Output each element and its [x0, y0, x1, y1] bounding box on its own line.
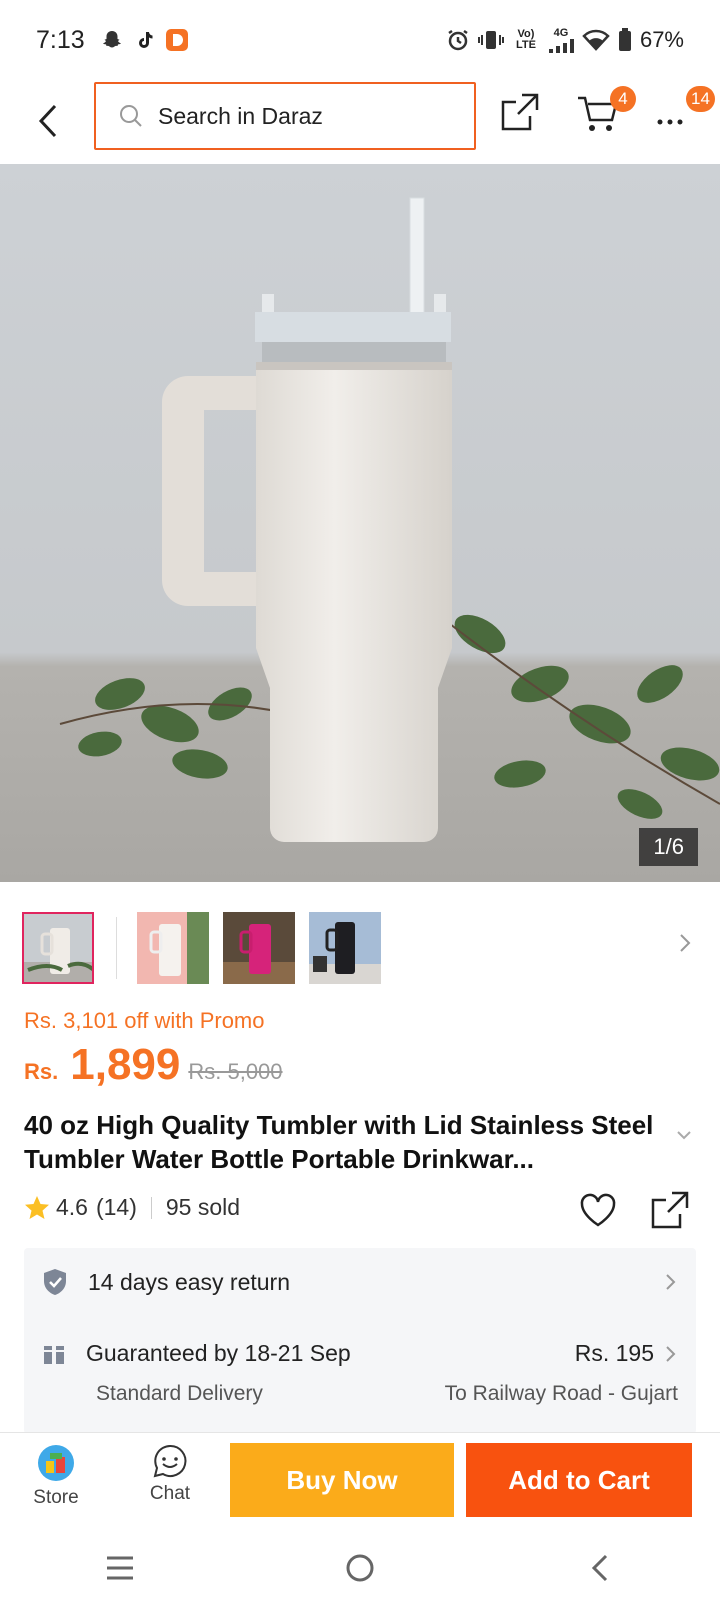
- more-badge: 14: [686, 86, 715, 112]
- search-input[interactable]: Search in Daraz: [94, 82, 476, 150]
- volte-label: Vo) LTE: [515, 28, 536, 51]
- price-value: 1,899: [70, 1040, 181, 1089]
- thumbnail-2[interactable]: [137, 912, 209, 984]
- delivery-info-panel: 14 days easy return Guaranteed by 18-21 …: [24, 1248, 696, 1434]
- status-bar: 7:13 Vo) LTE 4G 67%: [0, 0, 720, 80]
- wifi-icon: [582, 29, 610, 51]
- system-nav-bar: [0, 1528, 720, 1608]
- snapchat-icon: [101, 29, 123, 51]
- status-left: 7:13: [36, 26, 189, 55]
- tiktok-icon: [133, 29, 155, 51]
- chat-button[interactable]: Chat: [138, 1443, 202, 1515]
- original-price: Rs. 5,000: [188, 1059, 283, 1084]
- chevron-left-icon: [38, 104, 57, 138]
- status-time: 7:13: [36, 25, 85, 54]
- product-share-button[interactable]: [650, 1190, 694, 1234]
- price-row: Rs. 1,899 Rs. 5,000: [24, 1040, 283, 1090]
- bottom-action-bar: Store Chat Buy Now Add to Cart: [0, 1432, 720, 1520]
- menu-lines-icon: [107, 1556, 133, 1580]
- more-button[interactable]: 14: [654, 86, 715, 138]
- product-photo: [0, 164, 720, 882]
- price-currency: Rs.: [24, 1059, 59, 1084]
- chevron-down-icon: [677, 1131, 691, 1140]
- thumbnail-magenta-tumbler: [223, 912, 295, 984]
- shield-check-icon: [44, 1269, 66, 1295]
- chevron-right-icon: [666, 1345, 676, 1362]
- store-icon: [38, 1445, 74, 1481]
- chevron-left-icon: [591, 1554, 608, 1582]
- more-icon: [657, 119, 683, 125]
- rating-row[interactable]: 4.6 (14) 95 sold: [24, 1194, 240, 1221]
- vibrate-icon: [477, 28, 504, 52]
- package-icon: [44, 1345, 64, 1364]
- add-to-cart-button[interactable]: Add to Cart: [466, 1443, 692, 1517]
- system-back-button[interactable]: [570, 1543, 630, 1593]
- thumbnail-divider: [116, 917, 117, 979]
- delivery-price: Rs. 195: [574, 1340, 654, 1366]
- battery-percent: 67%: [639, 27, 684, 52]
- signal-icon: 4G: [548, 26, 574, 53]
- daraz-app-icon: [165, 28, 189, 52]
- cart-button[interactable]: 4: [576, 86, 636, 138]
- product-title[interactable]: 40 oz High Quality Tumbler with Lid Stai…: [24, 1108, 664, 1176]
- recents-button[interactable]: [90, 1543, 150, 1593]
- delivery-location: To Railway Road - Gujart: [444, 1382, 678, 1405]
- alarm-icon: [446, 28, 470, 52]
- image-counter: 1/6: [639, 828, 698, 866]
- thumbnail-3[interactable]: [223, 912, 295, 984]
- product-image[interactable]: 1/6: [0, 164, 720, 882]
- home-button[interactable]: [330, 1543, 390, 1593]
- rating-value: 4.6: [56, 1194, 88, 1220]
- thumbnail-pink-bg-tumbler: [137, 912, 209, 984]
- back-button[interactable]: [28, 96, 68, 146]
- star-icon: [25, 1195, 49, 1219]
- buy-now-button[interactable]: Buy Now: [230, 1443, 454, 1517]
- status-right: Vo) LTE 4G 67%: [446, 27, 684, 53]
- title-expand-button[interactable]: [676, 1128, 692, 1146]
- return-policy-row[interactable]: 14 days easy return: [42, 1268, 678, 1296]
- return-text: 14 days easy return: [88, 1268, 291, 1295]
- share-icon: [501, 93, 539, 131]
- share-button[interactable]: [500, 92, 546, 138]
- search-icon: [120, 105, 142, 127]
- chat-icon: [153, 1444, 187, 1478]
- promo-text: Rs. 3,101 off with Promo: [24, 1008, 265, 1033]
- wishlist-button[interactable]: [578, 1190, 622, 1234]
- delivery-type: Standard Delivery: [96, 1382, 263, 1405]
- thumbnail-4[interactable]: [309, 912, 381, 984]
- search-placeholder: Search in Daraz: [158, 102, 323, 129]
- rating-count: (14): [95, 1194, 137, 1220]
- thumbnail-1[interactable]: [22, 912, 94, 984]
- thumbnail-black-tumbler: [309, 912, 381, 984]
- header: Search in Daraz 4 14: [0, 80, 720, 164]
- store-label: Store: [33, 1487, 79, 1508]
- store-button[interactable]: Store: [24, 1443, 88, 1515]
- thumbnail-cream-tumbler: [24, 914, 92, 982]
- delivery-row[interactable]: Guaranteed by 18-21 Sep Rs. 195: [42, 1340, 678, 1367]
- circle-home-icon: [346, 1554, 374, 1582]
- cart-badge: 4: [610, 86, 636, 112]
- chevron-right-icon: [680, 934, 691, 952]
- rating-separator: [150, 1196, 152, 1219]
- heart-icon: [580, 1193, 616, 1227]
- chat-label: Chat: [149, 1483, 191, 1504]
- delivery-text: Guaranteed by 18-21 Sep: [86, 1340, 351, 1366]
- network-4g-label: 4G: [553, 26, 569, 39]
- chevron-right-icon: [666, 1274, 676, 1290]
- share-icon: [651, 1191, 689, 1229]
- thumbnail-strip: [22, 910, 702, 986]
- battery-icon: [618, 28, 632, 52]
- volte-icon: Vo) LTE: [512, 29, 540, 51]
- sold-count: 95 sold: [165, 1194, 241, 1220]
- thumbnail-next-button[interactable]: [678, 932, 692, 959]
